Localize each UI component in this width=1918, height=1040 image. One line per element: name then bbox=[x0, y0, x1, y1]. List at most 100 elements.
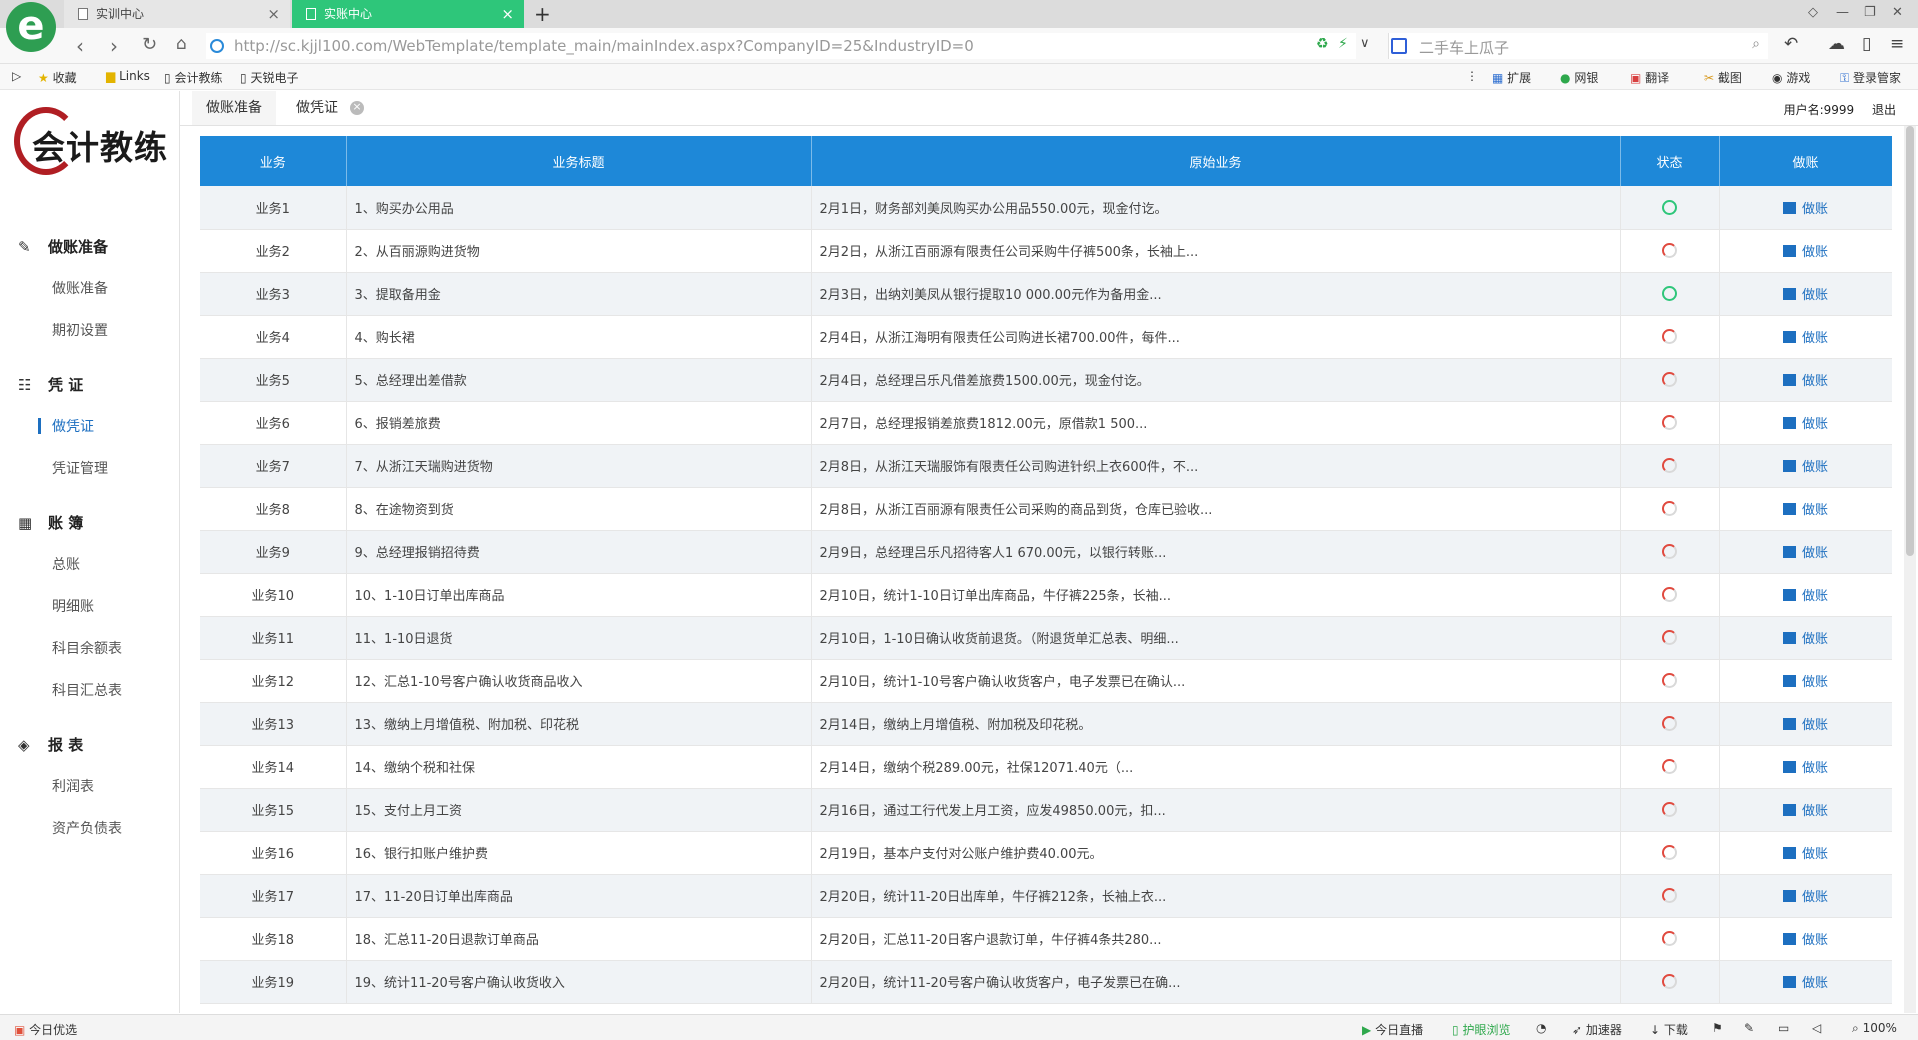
phone-icon[interactable]: ▯ bbox=[1862, 34, 1871, 54]
do-accounting-button[interactable]: 做账 bbox=[1782, 847, 1828, 862]
cloud-icon[interactable]: ☁ bbox=[1828, 34, 1845, 54]
refresh-button[interactable]: ↻ bbox=[142, 34, 157, 55]
new-tab-button[interactable]: + bbox=[534, 2, 551, 26]
scrollbar[interactable] bbox=[1904, 126, 1916, 1013]
status-eye-care[interactable]: ▯ 护眼浏览 bbox=[1452, 1021, 1510, 1038]
do-accounting-button[interactable]: 做账 bbox=[1782, 546, 1828, 561]
do-accounting-button[interactable]: 做账 bbox=[1782, 804, 1828, 819]
do-accounting-button[interactable]: 做账 bbox=[1782, 374, 1828, 389]
do-accounting-button[interactable]: 做账 bbox=[1782, 890, 1828, 905]
download-icon: ↓ bbox=[1650, 1023, 1661, 1037]
do-accounting-button[interactable]: 做账 bbox=[1782, 331, 1828, 346]
browser-tab-2[interactable]: 实账中心 × bbox=[292, 0, 524, 28]
favorite-tianrui[interactable]: ▯ 天锐电子 bbox=[240, 69, 298, 86]
do-accounting-button[interactable]: 做账 bbox=[1782, 503, 1828, 518]
business-description: 2月8日，从浙江天瑞服饰有限责任公司购进针织上衣600件，不... bbox=[811, 444, 1621, 488]
recycle-icon[interactable]: ♻ bbox=[1316, 36, 1329, 52]
skin-icon[interactable]: ◇ bbox=[1808, 5, 1818, 20]
window-icon[interactable]: ▭ bbox=[1778, 1021, 1789, 1035]
favorite-label: 会计教练 bbox=[174, 71, 223, 85]
close-window-button[interactable]: ✕ bbox=[1892, 5, 1903, 20]
do-accounting-button[interactable]: 做账 bbox=[1782, 460, 1828, 475]
logout-link[interactable]: 退出 bbox=[1872, 103, 1896, 117]
do-accounting-button[interactable]: 做账 bbox=[1782, 201, 1828, 217]
sidebar-section-reports[interactable]: ◈ 报 表 bbox=[18, 734, 83, 755]
action-cell: 做账 bbox=[1719, 358, 1892, 402]
business-id: 业务18 bbox=[200, 917, 347, 961]
chevron-down-icon[interactable]: ∨ bbox=[1360, 36, 1370, 51]
do-accounting-button[interactable]: 做账 bbox=[1782, 589, 1828, 604]
forward-button[interactable]: › bbox=[110, 34, 118, 58]
voucher-icon bbox=[1782, 804, 1796, 816]
browser-tab-1[interactable]: 实训中心 × bbox=[64, 0, 290, 28]
ext-screenshot[interactable]: ✂ 截图 bbox=[1704, 69, 1742, 86]
status-download[interactable]: ↓ 下载 bbox=[1650, 1021, 1688, 1038]
close-icon[interactable]: × bbox=[267, 0, 280, 28]
sidebar-section-voucher[interactable]: ☷ 凭 证 bbox=[18, 374, 83, 395]
gamepad-icon: ◉ bbox=[1772, 71, 1783, 85]
do-accounting-button[interactable]: 做账 bbox=[1782, 245, 1828, 260]
url-field[interactable]: http://sc.kjjl100.com/WebTemplate/templa… bbox=[206, 33, 1356, 59]
favorites-button[interactable]: ★ 收藏 bbox=[38, 69, 77, 86]
voucher-icon bbox=[1782, 503, 1796, 515]
ext-bank[interactable]: ● 网银 bbox=[1560, 69, 1598, 86]
ext-games[interactable]: ◉ 游戏 bbox=[1772, 69, 1810, 86]
do-accounting-button[interactable]: 做账 bbox=[1782, 718, 1828, 733]
do-accounting-button[interactable]: 做账 bbox=[1782, 417, 1828, 432]
sidebar-item-income[interactable]: 利润表 bbox=[52, 776, 94, 796]
search-icon[interactable]: ⌕ bbox=[1752, 36, 1760, 52]
status-live[interactable]: ▶ 今日直播 bbox=[1362, 1021, 1423, 1038]
brush-icon[interactable]: ✎ bbox=[1744, 1021, 1754, 1035]
more-icon[interactable]: ⋮ bbox=[1466, 69, 1478, 83]
do-accounting-button[interactable]: 做账 bbox=[1782, 761, 1828, 776]
favorite-links[interactable]: ▆ Links bbox=[106, 69, 150, 83]
sidebar-section-prep[interactable]: ✎ 做账准备 bbox=[18, 236, 108, 257]
search-field[interactable]: 二手车上瓜子 ⌕ bbox=[1388, 33, 1768, 59]
sidebar-item-balance[interactable]: 科目余额表 bbox=[52, 638, 122, 658]
do-accounting-button[interactable]: 做账 bbox=[1782, 675, 1828, 690]
action-label: 做账 bbox=[1801, 245, 1828, 260]
close-icon[interactable]: × bbox=[350, 101, 364, 115]
undo-icon[interactable]: ↶ bbox=[1784, 34, 1798, 54]
status-pending-icon bbox=[1662, 716, 1677, 731]
do-accounting-button[interactable]: 做账 bbox=[1782, 288, 1828, 303]
business-table: 业务 业务标题 原始业务 状态 做账 业务1 1、购买办公用品 2月1日，财务部刘美… bbox=[200, 136, 1892, 1004]
back-button[interactable]: ‹ bbox=[76, 34, 84, 58]
sidebar-item-opening[interactable]: 期初设置 bbox=[52, 320, 108, 340]
clock-icon[interactable]: ◔ bbox=[1536, 1021, 1546, 1035]
sidebar-toggle-icon[interactable]: ▷ bbox=[12, 69, 21, 83]
flag-icon[interactable]: ⚑ bbox=[1712, 1021, 1723, 1035]
sidebar-item-prep[interactable]: 做账准备 bbox=[52, 278, 108, 298]
do-accounting-button[interactable]: 做账 bbox=[1782, 933, 1828, 948]
sidebar-section-ledger[interactable]: ▦ 账 簿 bbox=[18, 512, 83, 533]
close-icon[interactable]: × bbox=[501, 0, 514, 28]
today-picks[interactable]: ▣ 今日优选 bbox=[14, 1021, 77, 1038]
ext-extend[interactable]: ▦ 扩展 bbox=[1492, 69, 1531, 86]
ext-login-manager[interactable]: ⚿ 登录管家 bbox=[1840, 69, 1901, 86]
sidebar-item-detail-ledger[interactable]: 明细账 bbox=[52, 596, 94, 616]
home-button[interactable]: ⌂ bbox=[176, 34, 187, 54]
ext-translate[interactable]: ▣ 翻译 bbox=[1630, 69, 1669, 86]
sidebar-item-general-ledger[interactable]: 总账 bbox=[52, 554, 80, 574]
sidebar-item-summary[interactable]: 科目汇总表 bbox=[52, 680, 122, 700]
sidebar-item-make-voucher[interactable]: 做凭证 bbox=[52, 416, 94, 436]
sound-icon[interactable]: ◁ bbox=[1812, 1021, 1821, 1035]
sidebar-item-balance-sheet[interactable]: 资产负债表 bbox=[52, 818, 122, 838]
tab-make-voucher[interactable]: 做凭证 × bbox=[282, 91, 378, 125]
business-description: 2月4日，从浙江海明有限责任公司购进长裙700.00件，每件... bbox=[811, 315, 1621, 359]
lightning-icon[interactable]: ⚡ bbox=[1338, 36, 1348, 52]
column-header: 业务 bbox=[200, 136, 347, 186]
restore-button[interactable]: ❐ bbox=[1864, 5, 1876, 20]
scrollbar-thumb[interactable] bbox=[1906, 126, 1914, 556]
status-accelerator[interactable]: ➶ 加速器 bbox=[1572, 1021, 1622, 1038]
sidebar-item-voucher-mgmt[interactable]: 凭证管理 bbox=[52, 458, 108, 478]
do-accounting-button[interactable]: 做账 bbox=[1782, 976, 1828, 991]
zoom-level[interactable]: ⌕ 100% bbox=[1852, 1021, 1897, 1036]
minimize-button[interactable]: — bbox=[1836, 5, 1849, 20]
menu-icon[interactable]: ≡ bbox=[1890, 34, 1904, 54]
voucher-icon bbox=[1782, 589, 1796, 601]
do-accounting-button[interactable]: 做账 bbox=[1782, 632, 1828, 647]
favorite-kjjl[interactable]: ▯ 会计教练 bbox=[164, 69, 222, 86]
tab-prep[interactable]: 做账准备 bbox=[192, 91, 276, 125]
status-pending-icon bbox=[1662, 329, 1677, 344]
